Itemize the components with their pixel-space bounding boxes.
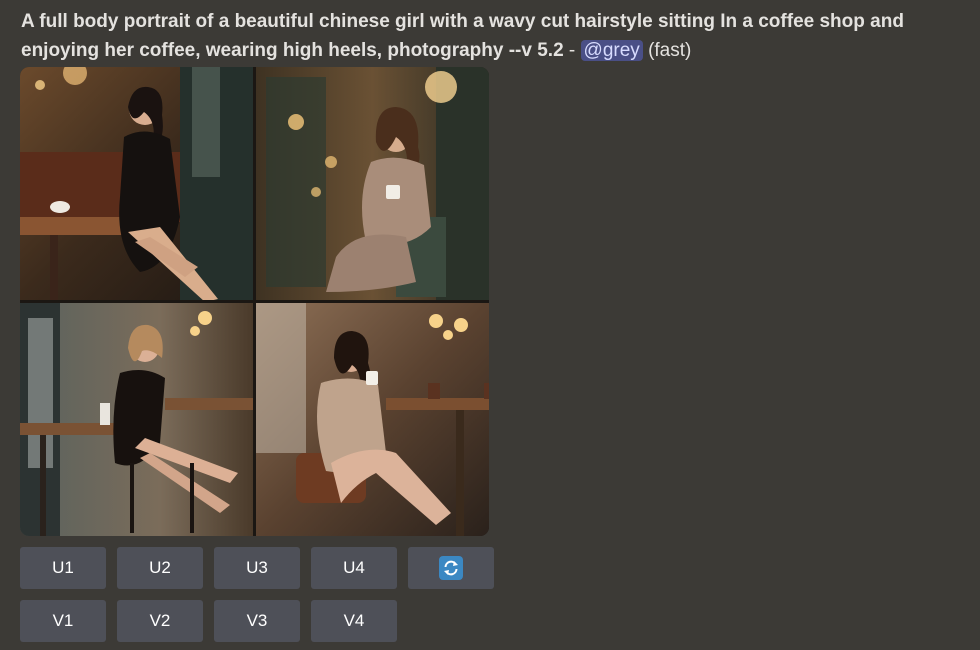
variation-button-2[interactable]: V2 (117, 600, 203, 642)
generated-image-3[interactable] (20, 303, 253, 536)
variation-button-1[interactable]: V1 (20, 600, 106, 642)
upscale-button-row: U1 U2 U3 U4 (20, 547, 494, 589)
upscale-button-4[interactable]: U4 (311, 547, 397, 589)
upscale-button-2[interactable]: U2 (117, 547, 203, 589)
variation-button-4[interactable]: V4 (311, 600, 397, 642)
upscale-button-1[interactable]: U1 (20, 547, 106, 589)
variation-button-row: V1 V2 V3 V4 (20, 600, 397, 642)
user-mention[interactable]: @grey (580, 40, 643, 61)
prompt-text: A full body portrait of a beautiful chin… (21, 11, 904, 61)
prompt-message: A full body portrait of a beautiful chin… (21, 7, 966, 65)
image-grid[interactable] (20, 67, 489, 536)
generated-image-1[interactable] (20, 67, 253, 300)
reroll-button[interactable] (408, 547, 494, 589)
variation-button-3[interactable]: V3 (214, 600, 300, 642)
upscale-button-3[interactable]: U3 (214, 547, 300, 589)
prompt-separator: - (563, 40, 581, 61)
generated-image-4[interactable] (256, 303, 489, 536)
speed-label: (fast) (642, 40, 692, 61)
refresh-icon (439, 556, 463, 580)
generated-image-2[interactable] (256, 67, 489, 300)
